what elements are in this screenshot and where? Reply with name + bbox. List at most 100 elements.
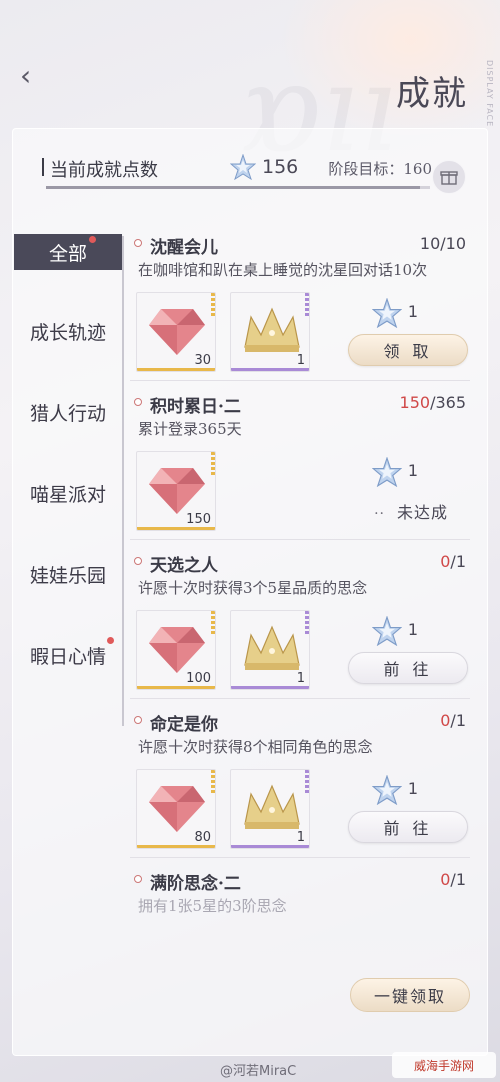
card-title: 天选之人 bbox=[150, 556, 218, 576]
card-header: 沈醒会儿 10/10 bbox=[130, 232, 478, 258]
card-description: 累计登录365天 bbox=[138, 420, 242, 438]
diamond-icon bbox=[149, 786, 205, 832]
reward-count: 80 bbox=[194, 830, 211, 845]
bullet-icon bbox=[134, 875, 142, 883]
claim-button[interactable]: 领 取 bbox=[348, 334, 468, 366]
notification-dot bbox=[107, 637, 114, 644]
site-badge: 威海手游网 bbox=[392, 1052, 496, 1078]
progress-current: 0 bbox=[440, 711, 451, 730]
card-description: 许愿十次时获得3个5星品质的思念 bbox=[138, 579, 368, 597]
sidebar-item-label: 喵星派对 bbox=[29, 483, 106, 506]
divider bbox=[130, 539, 470, 540]
star-icon bbox=[372, 616, 402, 646]
card-progress: 0/1 bbox=[440, 711, 466, 730]
card-title: 满阶思念·二 bbox=[150, 874, 241, 894]
crown-icon bbox=[244, 784, 300, 829]
sidebar-item-hunter[interactable]: 猎人行动 bbox=[14, 392, 122, 432]
crown-icon bbox=[244, 625, 300, 670]
card-description: 拥有1张5星的3阶思念 bbox=[138, 897, 287, 915]
achievement-card: 沈醒会儿 10/10 在咖啡馆和趴在桌上睡觉的沈星回对话10次 30 1 1 领… bbox=[130, 232, 478, 381]
sidebar-item-doll-park[interactable]: 娃娃乐园 bbox=[14, 554, 122, 594]
chevron-left-icon: ‹ bbox=[20, 59, 32, 92]
rewards-row: 150 1 ·· 未达成 bbox=[136, 445, 478, 533]
sidebar-item-leisure-mood[interactable]: 暇日心情 bbox=[14, 635, 122, 675]
progress-total: /365 bbox=[430, 393, 466, 412]
bullet-icon bbox=[134, 398, 142, 406]
rewards-row: 80 1 1 前 往 bbox=[136, 763, 478, 851]
rarity-marker bbox=[305, 293, 309, 317]
sidebar-item-all[interactable]: 全部 bbox=[14, 234, 122, 270]
achievement-card: 满阶思念·二 0/1 拥有1张5星的3阶思念 bbox=[130, 868, 478, 922]
rewards-row: 30 1 1 领 取 bbox=[136, 286, 478, 374]
rarity-marker bbox=[305, 611, 309, 635]
points-row: 当前成就点数 156 阶段目标：160 bbox=[42, 150, 442, 190]
rarity-marker bbox=[211, 611, 215, 635]
progress-current: 150 bbox=[399, 393, 431, 412]
sidebar-item-meow-party[interactable]: 喵星派对 bbox=[14, 473, 122, 513]
achievement-card: 天选之人 0/1 许愿十次时获得3个5星品质的思念 100 1 1 前 往 bbox=[130, 550, 478, 699]
points-progress-fill bbox=[46, 186, 421, 189]
bullet-icon bbox=[134, 557, 142, 565]
card-progress: 150/365 bbox=[400, 393, 466, 412]
rarity-bar bbox=[137, 845, 215, 848]
rarity-bar bbox=[231, 368, 309, 371]
progress-current: 0 bbox=[440, 552, 451, 571]
card-progress: 10/10 bbox=[420, 234, 466, 253]
sidebar-item-label: 娃娃乐园 bbox=[29, 564, 106, 587]
points-accent-bar bbox=[42, 158, 44, 176]
achievement-points: 1 bbox=[407, 779, 418, 798]
back-button[interactable]: ‹ bbox=[20, 58, 50, 94]
reward-count: 1 bbox=[296, 353, 305, 368]
achievement-points: 1 bbox=[407, 461, 418, 480]
go-button[interactable]: 前 往 bbox=[348, 652, 468, 684]
sidebar-item-label: 猎人行动 bbox=[29, 402, 106, 425]
go-button[interactable]: 前 往 bbox=[348, 811, 468, 843]
diamond-icon bbox=[149, 627, 205, 673]
rewards-row: 100 1 1 前 往 bbox=[136, 604, 478, 692]
reward-count: 1 bbox=[296, 830, 305, 845]
achievement-points: 1 bbox=[407, 620, 418, 639]
points-goal: 阶段目标：160 bbox=[328, 160, 432, 178]
reward-item[interactable]: 1 bbox=[230, 769, 310, 849]
reward-item[interactable]: 80 bbox=[136, 769, 216, 849]
reward-item[interactable]: 30 bbox=[136, 292, 216, 372]
progress-total: /1 bbox=[450, 711, 466, 730]
reward-count: 1 bbox=[296, 671, 305, 686]
sidebar-divider bbox=[122, 236, 124, 726]
card-progress: 0/1 bbox=[440, 552, 466, 571]
rarity-bar bbox=[137, 368, 215, 371]
reward-item[interactable]: 150 bbox=[136, 451, 216, 531]
points-progress-track bbox=[46, 186, 430, 189]
card-description: 在咖啡馆和趴在桌上睡觉的沈星回对话10次 bbox=[138, 261, 428, 279]
rarity-bar bbox=[137, 527, 215, 530]
reward-item[interactable]: 1 bbox=[230, 610, 310, 690]
card-progress: 0/1 bbox=[440, 870, 466, 889]
card-header: 命定是你 0/1 bbox=[130, 709, 478, 735]
rarity-bar bbox=[231, 686, 309, 689]
divider bbox=[130, 857, 470, 858]
reward-item[interactable]: 1 bbox=[230, 292, 310, 372]
watermark-text: @河若MiraC bbox=[220, 1064, 297, 1079]
bullet-icon bbox=[134, 239, 142, 247]
status-label: ·· 未达成 bbox=[374, 499, 448, 523]
card-header: 满阶思念·二 0/1 bbox=[130, 868, 478, 894]
achievement-card: 积时累日·二 150/365 累计登录365天 150 1 ·· 未达成 bbox=[130, 391, 478, 540]
side-decor-text: DISPLAY FACE bbox=[485, 60, 494, 128]
status-text: 未达成 bbox=[396, 503, 448, 522]
dots-icon: ·· bbox=[374, 506, 385, 522]
points-value: 156 bbox=[262, 156, 299, 178]
claim-all-button[interactable]: 一键领取 bbox=[350, 978, 470, 1012]
reward-item[interactable]: 100 bbox=[136, 610, 216, 690]
gift-button[interactable] bbox=[432, 160, 466, 194]
progress-total: /10 bbox=[440, 234, 466, 253]
sidebar-item-label: 成长轨迹 bbox=[29, 321, 106, 344]
sidebar-item-growth[interactable]: 成长轨迹 bbox=[14, 311, 122, 351]
page-title: 成就 bbox=[396, 74, 468, 114]
star-icon bbox=[230, 154, 256, 180]
achievement-points: 1 bbox=[407, 302, 418, 321]
rarity-marker bbox=[211, 293, 215, 317]
diamond-icon bbox=[149, 468, 205, 514]
card-title: 沈醒会儿 bbox=[150, 238, 218, 258]
sidebar: 全部 成长轨迹 猎人行动 喵星派对 娃娃乐园 暇日心情 bbox=[14, 234, 122, 716]
rarity-bar bbox=[137, 686, 215, 689]
